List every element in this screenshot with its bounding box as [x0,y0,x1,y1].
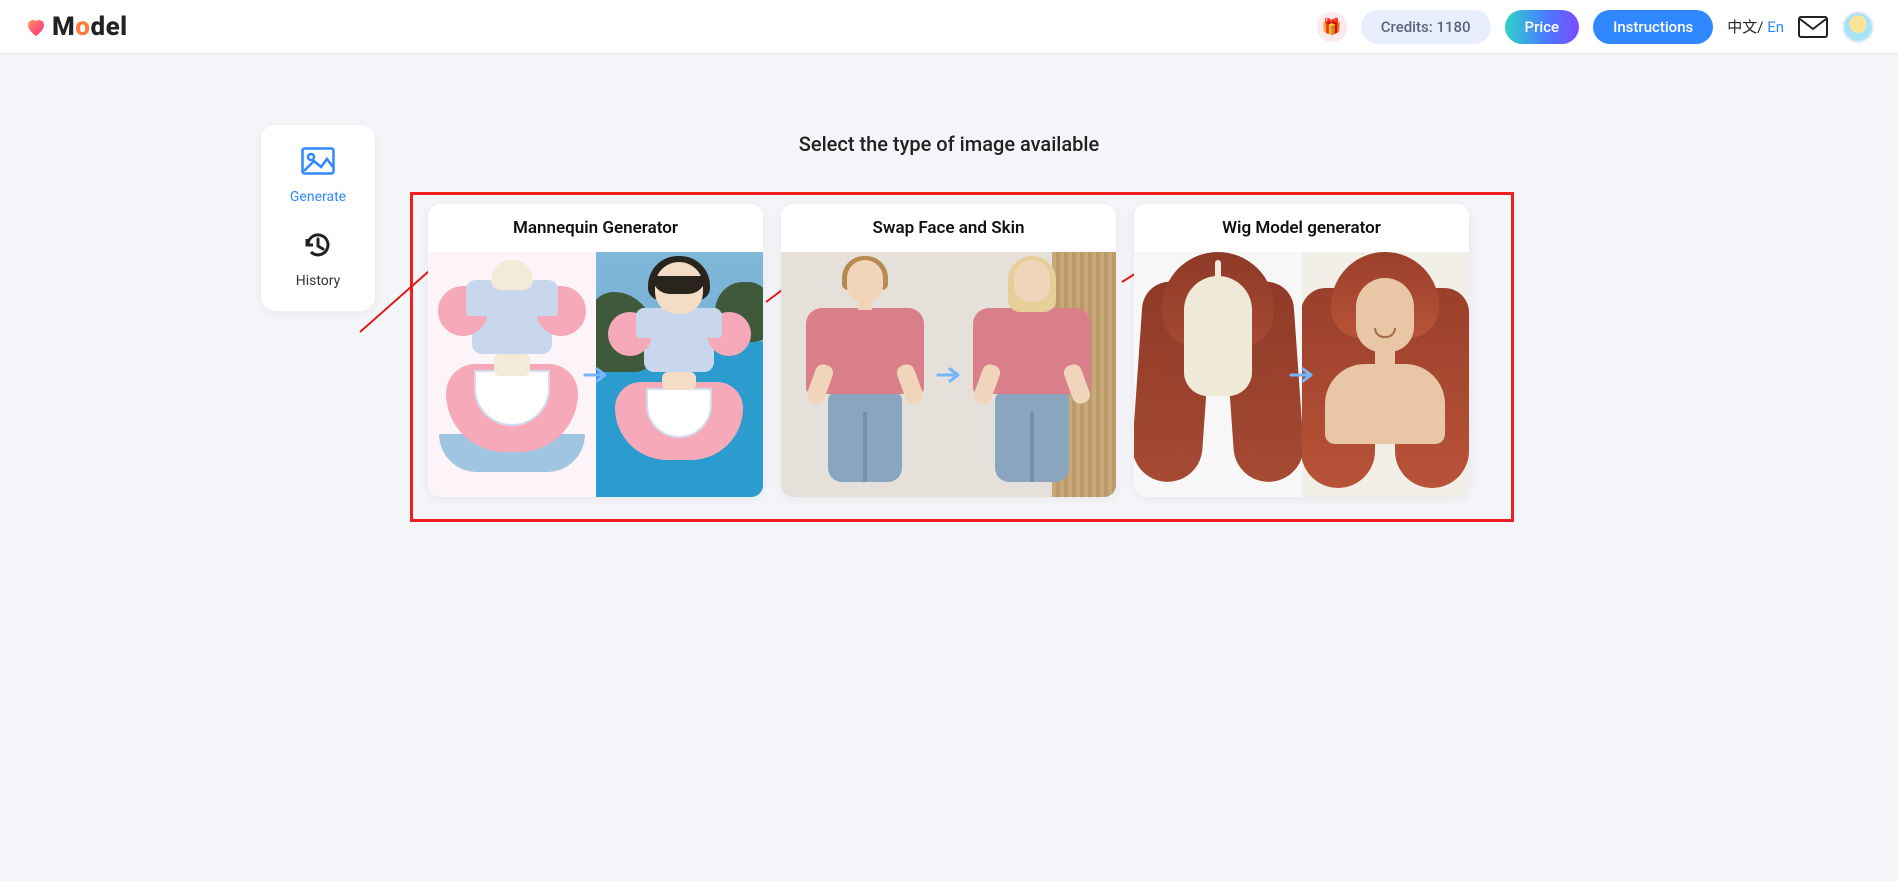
card-image-after [949,252,1117,497]
logo[interactable]: Model [24,12,128,42]
gift-icon[interactable]: 🎁 [1317,12,1347,42]
price-button[interactable]: Price [1505,10,1580,44]
image-icon [301,147,335,175]
card-swap-face-skin[interactable]: Swap Face and Skin [781,204,1116,497]
page-title: Select the type of image available [799,132,1099,156]
lang-zh[interactable]: 中文/ [1727,18,1763,36]
card-image-after [596,252,764,497]
sidebar-item-history[interactable]: History [296,227,341,289]
language-switch[interactable]: 中文/ En [1727,16,1784,37]
sidebar-item-label: Generate [290,189,346,205]
card-image-before [781,252,949,497]
card-image-after [1302,252,1470,497]
header-right: 🎁 Credits: 1180 Price Instructions 中文/ E… [1317,10,1874,44]
arrow-right-icon [936,366,962,384]
instructions-button[interactable]: Instructions [1593,10,1713,44]
card-image-before [1134,252,1302,497]
card-title: Mannequin Generator [428,204,763,252]
sidebar-item-label: History [296,273,341,289]
avatar[interactable] [1842,11,1874,43]
history-icon [302,229,334,261]
logo-text: Model [52,12,128,42]
credits-pill[interactable]: Credits: 1180 [1361,10,1491,44]
generator-cards: Mannequin Generator [428,204,1469,497]
card-title: Wig Model generator [1134,204,1469,252]
card-wig-model-generator[interactable]: Wig Model generator [1134,204,1469,497]
heart-icon [24,15,48,39]
card-title: Swap Face and Skin [781,204,1116,252]
arrow-right-icon [1289,366,1315,384]
lang-en[interactable]: En [1763,18,1784,36]
card-image-before [428,252,596,497]
sidebar-item-generate[interactable]: Generate [290,143,346,205]
side-panel: Generate History [261,125,375,311]
arrow-right-icon [583,366,609,384]
card-mannequin-generator[interactable]: Mannequin Generator [428,204,763,497]
app-header: Model 🎁 Credits: 1180 Price Instructions… [0,0,1898,54]
mail-icon[interactable] [1798,16,1828,38]
